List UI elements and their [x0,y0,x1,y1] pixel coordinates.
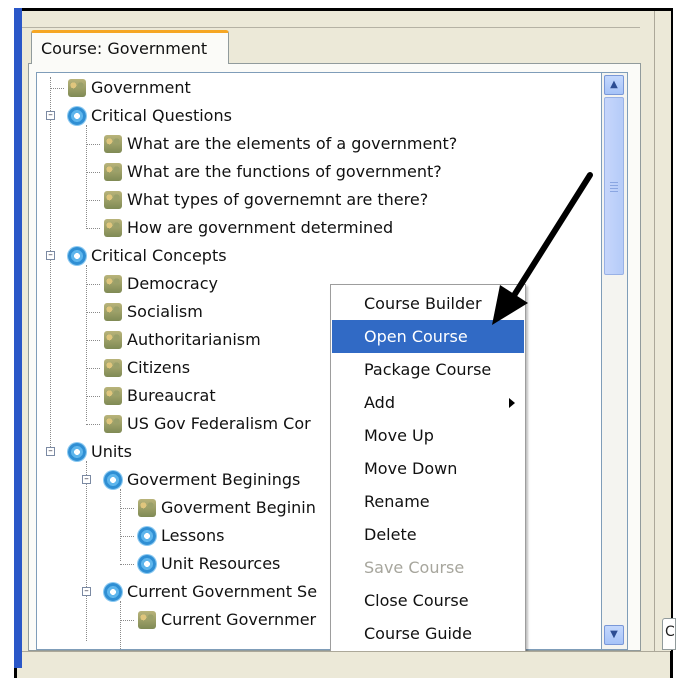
expand-toggle-current-government[interactable]: – [82,587,91,596]
gear-icon [68,107,86,125]
menu-item-add[interactable]: Add [332,386,524,419]
status-bar [22,651,670,678]
menu-item-move-down[interactable]: Move Down [332,452,524,485]
gear-icon [68,443,86,461]
tree-connector [120,620,134,621]
tree-connector [120,564,134,565]
thumb-grip [610,191,618,192]
tree-connector [86,172,100,173]
people-icon [104,359,122,377]
window-left-border [14,8,22,668]
tree-connector [50,77,51,447]
people-icon [104,331,122,349]
tree-connector [50,88,64,89]
thumb-grip [610,188,618,189]
tree-connector [86,424,100,425]
splitter[interactable] [641,11,654,651]
tree-connector [120,601,121,649]
gear-icon [138,555,156,573]
submenu-arrow-icon [509,398,515,408]
people-icon [104,219,122,237]
panel-header-strip [22,11,640,28]
menu-item-close-course[interactable]: Close Course [332,584,524,617]
scroll-down-button[interactable]: ▼ [604,625,624,645]
right-tab[interactable]: C [662,618,676,650]
tree-connector [120,489,121,561]
tree-scrollbar[interactable]: ▲ ▼ [602,72,628,650]
expand-toggle-critical-concepts[interactable]: – [46,251,55,260]
menu-item-save-course: Save Course [364,558,465,577]
tab-course[interactable]: Course: Government [31,30,229,64]
expand-toggle-critical-questions[interactable]: – [46,111,55,120]
tree-connector [86,144,100,145]
people-icon [104,135,122,153]
people-icon [104,275,122,293]
taskbar-strip [14,678,673,692]
people-icon [104,303,122,321]
expand-toggle-goverment-beginings[interactable]: – [82,475,91,484]
tree-connector [86,228,100,229]
people-icon [138,499,156,517]
people-icon [138,611,156,629]
tree-connector [86,265,87,421]
gear-icon [104,583,122,601]
menu-item-rename[interactable]: Rename [332,485,524,518]
gear-icon [104,471,122,489]
tree-connector [86,461,87,641]
menu-item-package-course[interactable]: Package Course [332,353,524,386]
tree-connector [120,536,134,537]
tab-course-label: Course: Government [41,39,208,58]
context-menu: Course Builder Open Course Package Cours… [330,284,526,652]
menu-item-course-guide[interactable]: Course Guide [332,617,524,650]
thumb-grip [610,182,618,183]
menu-item-delete[interactable]: Delete [332,518,524,551]
tree-connector [120,508,134,509]
tree-connector [86,312,100,313]
tree-connector [86,284,100,285]
people-icon [104,415,122,433]
tree-connector [86,340,100,341]
gear-icon [68,247,86,265]
expand-toggle-units[interactable]: – [46,447,55,456]
menu-item-move-up[interactable]: Move Up [332,419,524,452]
tree-connector [86,368,100,369]
people-icon [104,387,122,405]
people-icon [104,191,122,209]
right-pane [654,11,671,651]
tree-connector [86,125,87,229]
gear-icon [138,527,156,545]
tree-connector [86,396,100,397]
tree-connector [86,200,100,201]
people-icon [104,163,122,181]
people-icon [68,79,86,97]
annotation-arrow [492,172,593,325]
scroll-up-button[interactable]: ▲ [604,75,624,95]
thumb-grip [610,185,618,186]
